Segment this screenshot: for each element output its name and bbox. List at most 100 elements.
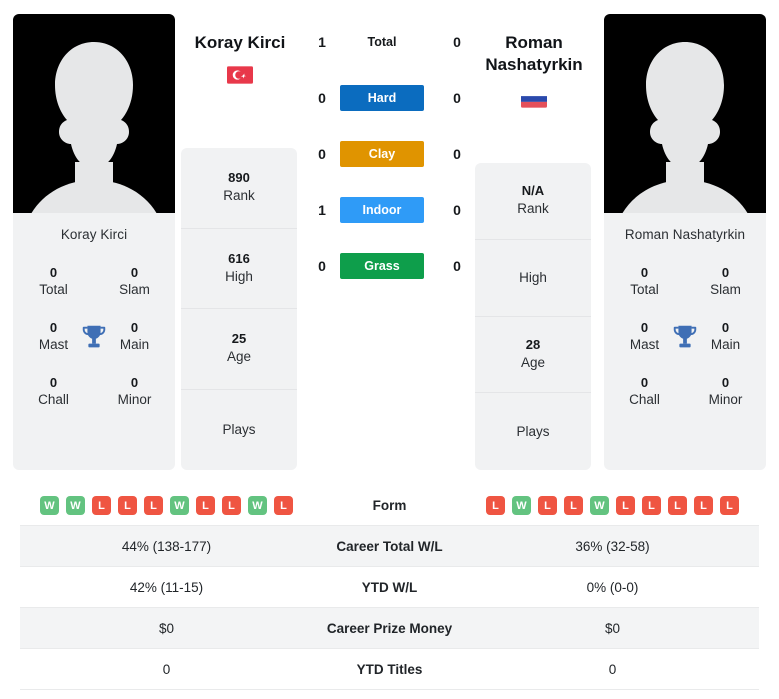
turkey-flag-icon [227,66,253,84]
player-photo-left [13,14,175,213]
table-cell-left: 44% (138-177) [121,538,212,554]
summary-label: Plays [222,421,256,437]
h2h-label-indoor[interactable]: Indoor [340,197,424,223]
summary-value: N/A [521,183,545,199]
form-badge-loss[interactable]: L [92,496,111,515]
title-stat-slam-left: 0 Slam [94,254,175,309]
h2h-score-right: 0 [453,90,461,106]
h2h-label-clay[interactable]: Clay [340,141,424,167]
form-badge-loss[interactable]: L [642,496,661,515]
form-badge-loss[interactable]: L [118,496,137,515]
title-stat-value: 0 [721,265,730,280]
player-name-right[interactable]: Roman Nashatyrkin [470,32,598,76]
form-badge-win[interactable]: W [170,496,189,515]
summary-label: Age [520,354,546,370]
form-badge-loss[interactable]: L [144,496,163,515]
form-badge-win[interactable]: W [66,496,85,515]
form-badge-win[interactable]: W [512,496,531,515]
form-cell-right: LWLLWLLLLL [466,496,759,515]
table-cell-left: 0 [162,661,171,677]
summary-rank-right: N/A Rank [475,163,591,240]
flag-right [470,90,598,108]
stats-comparison-table: WWLLLWLLWL Form LWLLWLLLLL 44% (138-177)… [20,486,759,690]
title-stat-slam-right: 0 Slam [685,254,766,309]
title-stat-label: Total [39,282,68,298]
table-row-label: Career Prize Money [326,620,453,636]
form-badge-loss[interactable]: L [538,496,557,515]
summary-label: Plays [516,423,550,439]
player-name-left[interactable]: Koray Kirci [176,32,304,54]
title-stat-chall-left: 0 Chall [13,364,94,419]
form-badge-loss[interactable]: L [564,496,583,515]
player-name-right-line2: Nashatyrkin [485,54,583,74]
form-badges-right: LWLLWLLLLL [466,496,759,515]
title-stat-label: Total [630,282,659,298]
form-badge-win[interactable]: W [590,496,609,515]
title-stat-minor-right: 0 Minor [685,364,766,419]
form-badge-loss[interactable]: L [274,496,293,515]
player-card-right[interactable]: Roman Nashatyrkin 0 Total 0 Slam 0 Mast … [604,14,766,470]
h2h-row-clay: 0 Clay 0 [300,126,480,182]
h2h-label-hard[interactable]: Hard [340,85,424,111]
summary-panel-right: N/A Rank High 28 Age Plays [475,163,591,470]
russia-flag-icon [521,90,547,108]
h2h-score-right: 0 [453,202,461,218]
table-row-career-prize-money: $0 Career Prize Money $0 [20,608,759,649]
table-cell-right: 0 [608,661,617,677]
h2h-score-left: 0 [318,146,326,162]
player-photo-right [604,14,766,213]
player-card-name-right: Roman Nashatyrkin [624,227,746,242]
summary-label: Rank [223,188,255,204]
head-to-head-column: 1 Total 0 0 Hard 0 0 Clay 0 1 Indoor 0 0 [300,14,480,294]
h2h-score-right: 0 [453,34,461,50]
h2h-row-total: 1 Total 0 [300,14,480,70]
summary-rank-left: 890 Rank [181,148,297,229]
h2h-score-right: 0 [453,146,461,162]
h2h-label-total: Total [367,35,397,49]
table-row-career-total-wl: 44% (138-177) Career Total W/L 36% (32-5… [20,526,759,567]
form-badge-loss[interactable]: L [616,496,635,515]
title-stat-value: 0 [721,374,730,390]
title-stat-total-right: 0 Total [604,254,685,309]
h2h-score-left: 0 [318,90,326,106]
title-stat-value: 0 [130,265,139,280]
table-row-ytd-wl: 42% (11-15) YTD W/L 0% (0-0) [20,567,759,608]
h2h-label-grass[interactable]: Grass [340,253,424,279]
form-badge-loss[interactable]: L [196,496,215,515]
table-row-label: Form [372,498,407,513]
summary-label: Rank [517,201,549,217]
summary-value: 25 [231,331,247,347]
form-badge-win[interactable]: W [248,496,267,515]
h2h-row-grass: 0 Grass 0 [300,238,480,294]
title-stat-value: 0 [130,374,139,390]
form-badge-loss[interactable]: L [694,496,713,515]
trophy-icon [82,325,106,348]
table-cell-right: $0 [604,620,621,636]
form-badge-loss[interactable]: L [668,496,687,515]
title-stat-value: 0 [640,265,649,280]
summary-value: 28 [525,336,541,352]
table-cell-right: 0% (0-0) [586,579,639,595]
table-cell-left: 42% (11-15) [129,579,204,595]
h2h-row-indoor: 1 Indoor 0 [300,182,480,238]
form-badge-win[interactable]: W [40,496,59,515]
form-badge-loss[interactable]: L [486,496,505,515]
player-card-left[interactable]: Koray Kirci 0 Total 0 Slam 0 Mast 0 Main [13,14,175,470]
title-stat-label: Slam [119,282,150,298]
summary-age-left: 25 Age [181,309,297,390]
form-badge-loss[interactable]: L [720,496,739,515]
h2h-score-left: 0 [318,258,326,274]
h2h-score-left: 1 [318,34,326,50]
form-badge-loss[interactable]: L [222,496,241,515]
title-stat-label: Chall [629,391,660,407]
table-row-label: YTD Titles [356,661,423,677]
table-row-ytd-titles: 0 YTD Titles 0 [20,649,759,690]
form-cell-left: WWLLLWLLWL [20,496,313,515]
title-stat-label: Minor [117,391,152,407]
title-stat-total-left: 0 Total [13,254,94,309]
title-stat-label: Slam [710,282,741,298]
table-row-form: WWLLLWLLWL Form LWLLWLLLLL [20,486,759,526]
title-stat-label: Minor [708,391,743,407]
player-card-name-left: Koray Kirci [60,227,128,242]
title-stat-minor-left: 0 Minor [94,364,175,419]
